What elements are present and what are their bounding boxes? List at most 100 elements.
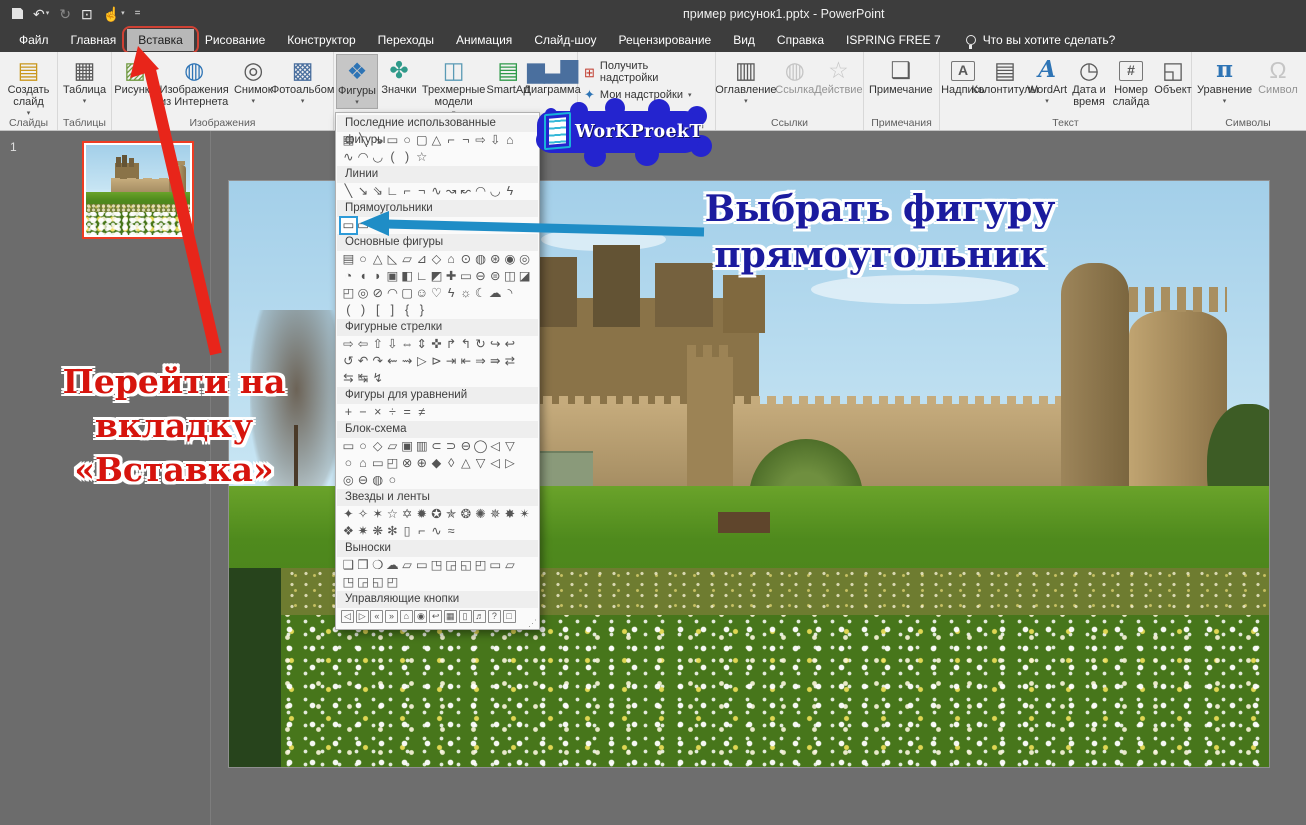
table-button[interactable]: ▦ Таблица ▾	[60, 54, 109, 107]
shape-glyph[interactable]: ⇄	[503, 354, 518, 369]
tab-draw[interactable]: Рисование	[194, 29, 276, 51]
shape-glyph[interactable]: ▭	[341, 218, 356, 233]
shape-glyph[interactable]: ⊜	[488, 269, 503, 284]
object-button[interactable]: ◱ Объект	[1152, 54, 1194, 98]
shape-glyph[interactable]: ❒	[356, 558, 371, 573]
shape-glyph[interactable]: ◺	[385, 252, 400, 267]
photo-album-button[interactable]: ▩ Фотоальбом ▾	[274, 54, 331, 107]
shape-glyph[interactable]: ✚	[444, 269, 459, 284]
shape-glyph[interactable]: ✜	[429, 337, 444, 352]
tab-home[interactable]: Главная	[60, 29, 128, 51]
shape-glyph[interactable]: ✸	[503, 507, 518, 522]
shape-glyph[interactable]: ✶	[370, 507, 385, 522]
shape-glyph[interactable]: »	[385, 610, 398, 623]
shape-glyph[interactable]: ⌂	[444, 252, 459, 267]
shape-glyph[interactable]: ▭	[488, 558, 503, 573]
shape-glyph[interactable]: △	[429, 133, 444, 148]
shape-glyph[interactable]: {	[400, 303, 415, 318]
shape-glyph[interactable]: ◲	[444, 558, 459, 573]
shape-glyph[interactable]: ⇨	[341, 337, 356, 352]
shape-glyph[interactable]: ☆	[414, 150, 429, 165]
shape-glyph[interactable]: ◇	[429, 252, 444, 267]
header-footer-button[interactable]: ▤ Колонтитулы	[984, 54, 1026, 98]
shape-glyph[interactable]: ▭	[429, 218, 444, 233]
shape-glyph[interactable]: ╲	[356, 133, 371, 148]
shape-glyph[interactable]: ✴	[517, 507, 532, 522]
shape-glyph[interactable]: ◧	[400, 269, 415, 284]
shape-glyph[interactable]: ▱	[385, 439, 400, 454]
shape-glyph[interactable]: ◁	[488, 439, 503, 454]
shape-glyph[interactable]: ◪	[517, 269, 532, 284]
shape-glyph[interactable]: ╲	[341, 184, 356, 199]
shape-glyph[interactable]: ⌂	[400, 610, 413, 623]
shape-glyph[interactable]: ✪	[429, 507, 444, 522]
shape-glyph[interactable]: ◳	[429, 558, 444, 573]
shape-glyph[interactable]: ⌐	[400, 184, 415, 199]
shape-glyph[interactable]: ♬	[473, 610, 486, 623]
shape-glyph[interactable]: )	[356, 303, 371, 318]
shape-glyph[interactable]: ×	[370, 405, 385, 420]
shape-glyph[interactable]: ∿	[429, 184, 444, 199]
shape-glyph[interactable]: ↝	[444, 184, 459, 199]
slide-thumbnail[interactable]	[82, 141, 194, 239]
shape-glyph[interactable]: ◰	[385, 575, 400, 590]
shape-glyph[interactable]: ÷	[385, 405, 400, 420]
shape-glyph[interactable]: ≠	[414, 405, 429, 420]
screenshot-button[interactable]: ◎ Снимок ▾	[232, 54, 274, 107]
comment-button[interactable]: ❑ Примечание	[866, 54, 936, 98]
shape-glyph[interactable]: ◯	[473, 439, 488, 454]
shape-glyph[interactable]: ↯	[370, 371, 385, 386]
shape-glyph[interactable]: ✵	[488, 507, 503, 522]
tab-review[interactable]: Рецензирование	[608, 29, 723, 51]
slide-number-button[interactable]: # Номер слайда	[1110, 54, 1152, 110]
shape-glyph[interactable]: ↹	[356, 371, 371, 386]
shape-glyph[interactable]: ◆	[429, 456, 444, 471]
shape-glyph[interactable]: ▷	[356, 610, 369, 623]
icons-button[interactable]: ✤ Значки	[378, 54, 420, 98]
shape-glyph[interactable]: ▭	[385, 218, 400, 233]
shape-glyph[interactable]: ⇩	[385, 337, 400, 352]
shape-glyph[interactable]: ☁	[385, 558, 400, 573]
shape-glyph[interactable]: ▢	[400, 286, 415, 301]
shape-glyph[interactable]: ✷	[356, 524, 371, 539]
shape-glyph[interactable]: ∿	[429, 524, 444, 539]
shape-glyph[interactable]: ◝	[503, 286, 518, 301]
shape-glyph[interactable]: ?	[488, 610, 501, 623]
shape-glyph[interactable]: ∿	[341, 150, 356, 165]
shape-glyph[interactable]: ⇛	[488, 354, 503, 369]
shape-glyph[interactable]: ▭	[370, 218, 385, 233]
shape-glyph[interactable]: ◍	[473, 252, 488, 267]
shape-glyph[interactable]: ◎	[517, 252, 532, 267]
customize-qat-icon[interactable]: =	[135, 7, 141, 21]
tab-insert[interactable]: Вставка	[127, 29, 194, 51]
tab-animations[interactable]: Анимация	[445, 29, 523, 51]
shape-glyph[interactable]: ▥	[414, 439, 429, 454]
shape-glyph[interactable]: ⊛	[488, 252, 503, 267]
shape-glyph[interactable]: }	[414, 303, 429, 318]
shape-glyph[interactable]: ⇧	[370, 337, 385, 352]
touch-mode-icon[interactable]: ☝▾	[103, 7, 125, 21]
shape-glyph[interactable]: ϟ	[503, 184, 518, 199]
tab-view[interactable]: Вид	[722, 29, 766, 51]
shape-glyph[interactable]: ↰	[459, 337, 474, 352]
toc-button[interactable]: ▥ Оглавление ▾	[718, 54, 774, 107]
start-slideshow-icon[interactable]: ⊡	[81, 7, 93, 21]
shape-glyph[interactable]: ∟	[385, 184, 400, 199]
shape-glyph[interactable]: ⌐	[444, 133, 459, 148]
shape-glyph[interactable]: ⇜	[385, 354, 400, 369]
shape-glyph[interactable]: ↷	[370, 354, 385, 369]
shape-glyph[interactable]: △	[370, 252, 385, 267]
undo-icon[interactable]: ↶▾	[33, 7, 49, 21]
my-addins-button[interactable]: ✦ Мои надстройки ▾	[584, 88, 709, 101]
shape-glyph[interactable]: ❍	[370, 558, 385, 573]
shape-glyph[interactable]: ◍	[370, 473, 385, 488]
tell-me-search[interactable]: Что вы хотите сделать?	[966, 33, 1116, 47]
shape-glyph[interactable]: ↺	[341, 354, 356, 369]
shape-glyph[interactable]: ⇦	[356, 337, 371, 352]
undo-caret-icon[interactable]: ▾	[46, 7, 50, 21]
shape-glyph[interactable]: ⊂	[429, 439, 444, 454]
shape-glyph[interactable]: ↘	[370, 133, 385, 148]
shape-glyph[interactable]: ⊳	[429, 354, 444, 369]
shape-glyph[interactable]: ◡	[488, 184, 503, 199]
shape-glyph[interactable]: ✦	[341, 507, 356, 522]
